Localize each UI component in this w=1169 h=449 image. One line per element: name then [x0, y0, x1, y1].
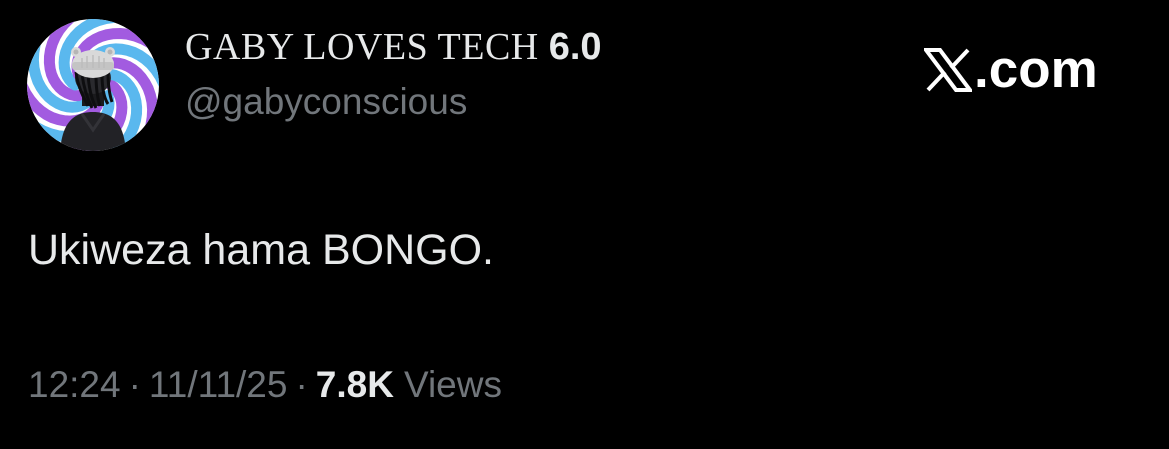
- tweet-date[interactable]: 11/11/25: [149, 364, 288, 405]
- tweet-card: GABY LOVES TECH 6.0 @gabyconscious .com U…: [0, 0, 1169, 449]
- display-name-text: GABY LOVES TECH: [185, 26, 539, 68]
- tweet-time[interactable]: 12:24: [28, 364, 121, 405]
- meta-separator: ·: [295, 364, 308, 405]
- tweet-meta: 12:24 · 11/11/25 · 7.8K Views: [28, 362, 502, 408]
- views-count[interactable]: 7.8K: [316, 364, 394, 405]
- watermark-text: .com: [974, 40, 1098, 99]
- meta-separator: ·: [128, 364, 141, 405]
- views-label: Views: [403, 364, 502, 405]
- x-logo-icon: [924, 48, 972, 92]
- avatar[interactable]: [26, 18, 160, 152]
- display-name-suffix: 6.0: [548, 26, 602, 68]
- user-handle[interactable]: @gabyconscious: [185, 80, 467, 124]
- display-name[interactable]: GABY LOVES TECH 6.0: [185, 24, 602, 70]
- x-com-watermark: .com: [924, 40, 1098, 100]
- tweet-text: Ukiweza hama BONGO.: [28, 226, 494, 274]
- avatar-image: [27, 19, 159, 151]
